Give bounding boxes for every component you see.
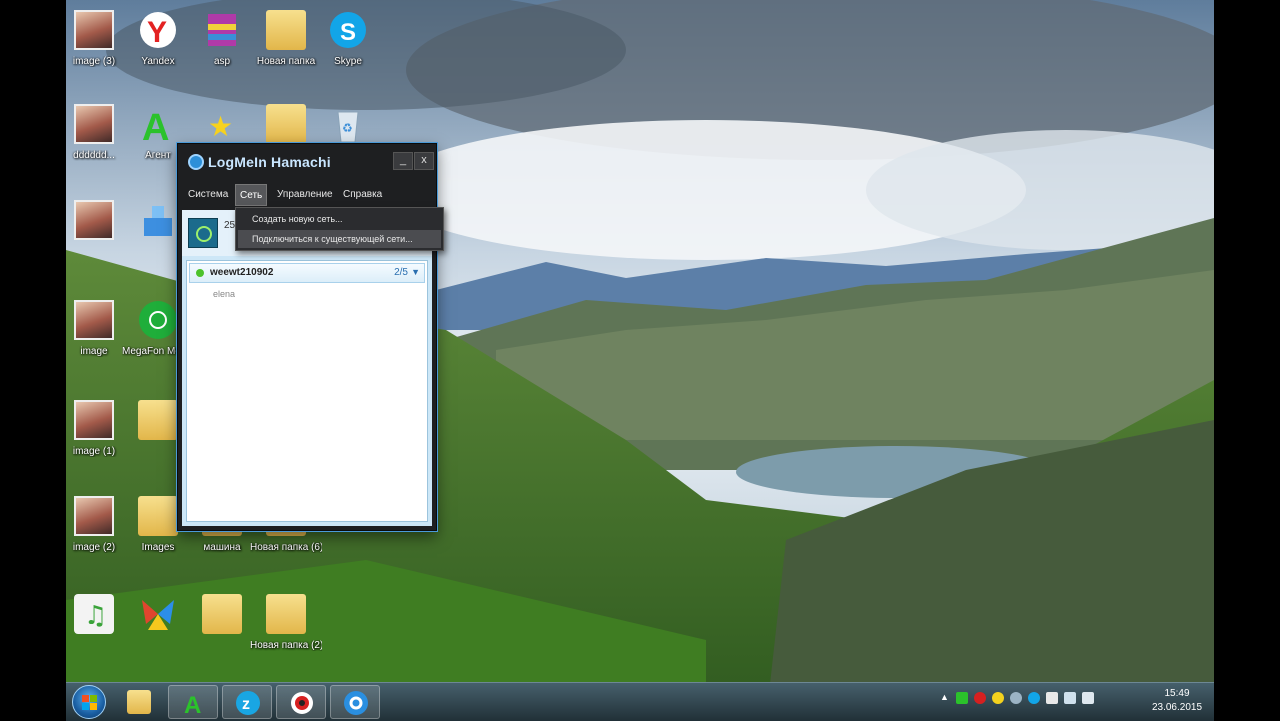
hamachi-window[interactable]: LogMeIn Hamachi _ x Система Сеть Управле… — [177, 143, 437, 531]
hamachi-menu-bar: Система Сеть Управление Справка — [178, 184, 436, 206]
shortcut-icon — [138, 200, 178, 240]
start-button[interactable] — [72, 685, 106, 719]
hamachi-icon — [290, 691, 314, 715]
svg-text:S: S — [340, 19, 356, 46]
desktop-icon-new-folder-2[interactable]: Новая папка (2) — [250, 590, 322, 660]
svg-text:z: z — [242, 696, 250, 713]
folder-icon — [138, 400, 178, 440]
desktop-icon-msn[interactable] — [122, 590, 194, 660]
svg-text:A: A — [142, 107, 169, 144]
menu-network[interactable]: Сеть — [235, 184, 268, 206]
desktop-icon-image[interactable]: image — [66, 296, 130, 366]
star-icon: ★ — [202, 104, 242, 144]
recycle-bin-icon: ♻ — [328, 104, 368, 144]
desktop-icon-image-2[interactable]: image (2) — [66, 492, 130, 562]
taskbar-app-zona[interactable]: z — [222, 685, 272, 719]
minimize-button[interactable]: _ — [393, 152, 413, 170]
taskbar-app-hamachi[interactable] — [276, 685, 326, 719]
expand-arrow-icon[interactable]: ▼ — [411, 267, 420, 277]
zona-icon: z — [236, 691, 260, 715]
folder-icon — [202, 594, 242, 634]
media-player-icon — [344, 691, 368, 715]
folder-icon — [266, 10, 306, 50]
clock[interactable]: 15:49 23.06.2015 — [1146, 687, 1208, 715]
window-title: LogMeIn Hamachi — [208, 154, 331, 170]
network-row[interactable]: weewt210902 2/5 ▼ — [189, 263, 425, 283]
explorer-icon — [127, 690, 151, 714]
mail-agent-icon: A — [138, 104, 178, 149]
flag-icon[interactable] — [1046, 692, 1058, 704]
svg-text:♻: ♻ — [342, 121, 353, 135]
red-icon[interactable] — [974, 692, 986, 704]
hamachi-body: 25 weewt210902 2/5 ▼ elena — [182, 210, 432, 526]
photo-thumbnail-icon — [74, 300, 114, 340]
winrar-archive-icon — [202, 10, 242, 50]
clock-date: 23.06.2015 — [1151, 702, 1203, 713]
desktop-icon-asp[interactable]: asp — [186, 6, 258, 76]
hamachi-logo-icon — [188, 154, 204, 170]
online-status-icon — [196, 269, 204, 277]
ip-address: 25 — [224, 220, 236, 231]
desktop-icon-photo-2[interactable] — [66, 196, 130, 266]
msn-butterfly-icon — [138, 594, 178, 634]
photo-thumbnail-icon — [74, 200, 114, 240]
taskbar-app-explorer[interactable] — [114, 685, 164, 719]
folder-icon — [138, 496, 178, 536]
clock-time: 15:49 — [1164, 688, 1190, 699]
agent-icon[interactable] — [956, 692, 968, 704]
svg-text:A: A — [184, 692, 201, 715]
skype-icon[interactable] — [1028, 692, 1040, 704]
mail-agent-icon: A — [182, 691, 206, 719]
skype-icon: S — [328, 10, 368, 50]
member-count: 2/5 — [394, 267, 408, 278]
desktop-icon-folder-3[interactable] — [186, 590, 258, 660]
close-button[interactable]: x — [414, 152, 434, 170]
hamachi-title-bar[interactable]: LogMeIn Hamachi _ x — [178, 144, 436, 180]
svg-text:Y: Y — [147, 16, 167, 49]
folder-icon — [266, 104, 306, 144]
taskbar-app-media[interactable] — [330, 685, 380, 719]
desktop-icon-photo[interactable]: dddddd... — [66, 100, 130, 170]
network-list: weewt210902 2/5 ▼ elena — [186, 260, 428, 522]
photo-thumbnail-icon — [74, 104, 114, 144]
menu-management[interactable]: Управление — [273, 184, 337, 206]
svg-text:♫: ♫ — [84, 601, 107, 631]
folder-icon — [266, 594, 306, 634]
signal-icon[interactable] — [1064, 692, 1076, 704]
right-black-bar — [1214, 0, 1280, 720]
photo-thumbnail-icon — [74, 400, 114, 440]
menu-system[interactable]: Система — [184, 184, 232, 206]
desktop-icon-skype[interactable]: S Skype — [312, 6, 384, 76]
desktop-icon-yandex[interactable]: Y Yandex — [122, 6, 194, 76]
photo-thumbnail-icon — [74, 10, 114, 50]
network-icon[interactable] — [1010, 692, 1022, 704]
yandex-browser-icon: Y — [138, 10, 178, 50]
music-player-icon: ♫ — [74, 594, 114, 634]
yellow-icon[interactable] — [992, 692, 1004, 704]
menu-help[interactable]: Справка — [339, 184, 386, 206]
left-black-bar — [0, 0, 66, 720]
taskbar: A z ▲ 15:49 23.06.2015 — [66, 682, 1214, 721]
power-button[interactable] — [188, 218, 218, 248]
desktop-icon-image-3[interactable]: image (3) — [66, 6, 130, 76]
network-dropdown-menu: Создать новую сеть... Подключиться к сущ… — [235, 207, 444, 251]
desktop-icon-image-1[interactable]: image (1) — [66, 396, 130, 466]
member-item[interactable]: elena — [213, 289, 235, 299]
menu-item-join-network[interactable]: Подключиться к существующей сети... — [238, 230, 441, 248]
network-name: weewt210902 — [210, 267, 274, 278]
desktop-icon-music[interactable]: ♫ — [66, 590, 130, 660]
megafon-modem-icon — [138, 300, 178, 340]
volume-icon[interactable] — [1082, 692, 1094, 704]
menu-item-create-network[interactable]: Создать новую сеть... — [238, 210, 441, 228]
taskbar-app-agent[interactable]: A — [168, 685, 218, 719]
photo-thumbnail-icon — [74, 496, 114, 536]
arrow-up-icon[interactable]: ▲ — [940, 692, 952, 704]
svg-text:★: ★ — [208, 110, 233, 143]
